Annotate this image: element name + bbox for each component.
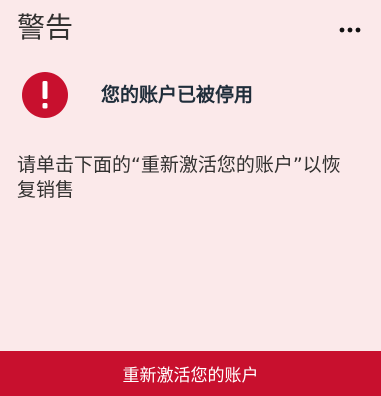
- alert-row: 您的账户已被停用: [22, 72, 253, 118]
- card-title: 警告: [17, 11, 74, 44]
- exclamation-icon: [22, 72, 68, 118]
- alert-card: 警告 您的账户已被停用 请单击下面的“重新激活您的账户”以恢复销售 重新激活您的…: [0, 0, 381, 396]
- alert-message: 请单击下面的“重新激活您的账户”以恢复销售: [17, 154, 341, 201]
- reactivate-account-button[interactable]: 重新激活您的账户: [0, 351, 381, 396]
- alert-heading: 您的账户已被停用: [101, 84, 254, 106]
- more-horizontal-icon: [339, 27, 361, 33]
- more-options-button[interactable]: [337, 16, 363, 44]
